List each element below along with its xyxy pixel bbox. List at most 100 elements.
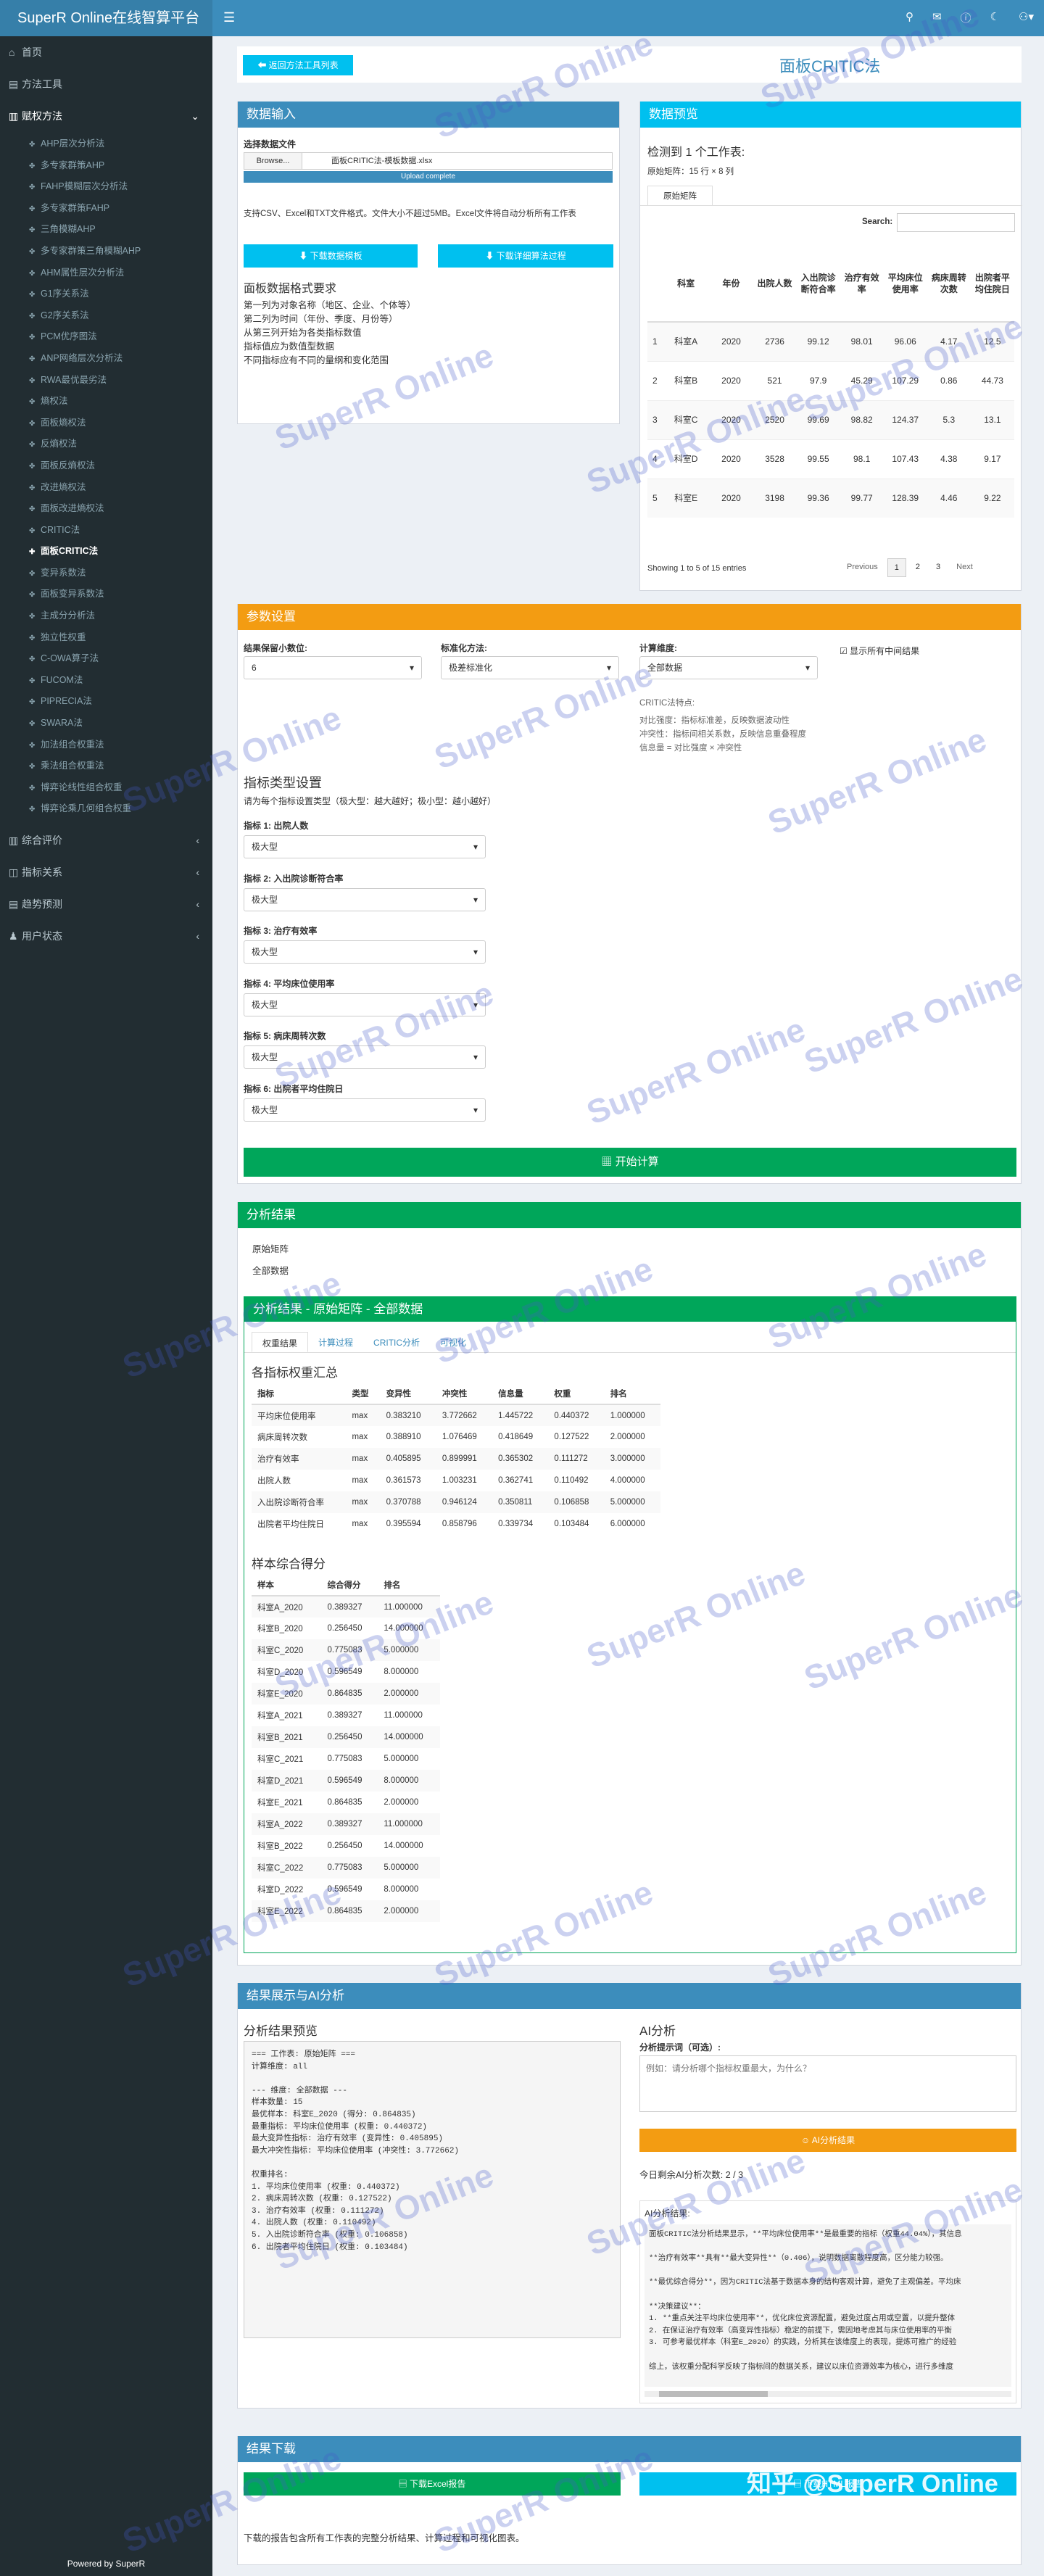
- sidebar-subitem[interactable]: ✤ AHP层次分析法: [0, 133, 212, 155]
- table-row: 4 科室D 2020 3528 99.55 98.1 107.43 4.38 9.17: [647, 439, 1014, 479]
- sidebar-subitem[interactable]: ✤ FUCOM法: [0, 670, 212, 692]
- horizontal-scrollbar[interactable]: [645, 2391, 1011, 2397]
- sidebar-subitem[interactable]: ✤ PIPRECIA法: [0, 691, 212, 713]
- sidebar-item-weighting[interactable]: ▥ 赋权方法 ⌄: [0, 100, 212, 132]
- download-template-button[interactable]: ⬇ 下载数据模板: [244, 244, 418, 268]
- decimals-input[interactable]: 6: [244, 656, 422, 679]
- sidebar-subitem[interactable]: ✤ 独立性权重: [0, 627, 212, 649]
- back-button[interactable]: ⬅ 返回方法工具列表: [243, 55, 353, 75]
- relation-icon: ◫: [9, 866, 19, 878]
- sidebar-subitem[interactable]: ✤ 变异系数法: [0, 563, 212, 584]
- indicator-type-select[interactable]: 极大型: [244, 1098, 486, 1122]
- table-header[interactable]: [647, 245, 663, 322]
- sidebar-subitem[interactable]: ✤ 主成分分析法: [0, 605, 212, 627]
- sidebar-subitem[interactable]: ✤ G2序关系法: [0, 305, 212, 327]
- results-tab[interactable]: 计算过程: [308, 1332, 363, 1352]
- table-header[interactable]: 治疗有效率: [840, 245, 884, 322]
- sidebar-subitem[interactable]: ✤ 面板变异系数法: [0, 584, 212, 605]
- table-header[interactable]: 出院者平均住院日: [971, 245, 1014, 322]
- table-header[interactable]: 年份: [709, 245, 753, 322]
- page-button[interactable]: 3: [929, 558, 947, 577]
- sidebar-item-home[interactable]: ⌂ 首页: [0, 36, 212, 68]
- sidebar-subitem[interactable]: ✤ PCM优序图法: [0, 326, 212, 348]
- table-header[interactable]: 科室: [663, 245, 710, 322]
- show-steps-checkbox[interactable]: ☑ 显示所有中间结果: [840, 645, 919, 657]
- sidebar-subitem[interactable]: ✤ FAHP模糊层次分析法: [0, 176, 212, 198]
- results-tab[interactable]: 权重结果: [252, 1332, 309, 1352]
- table-cell: 治疗有效率: [252, 1448, 347, 1470]
- sidebar-subitem[interactable]: ✤ ANP网络层次分析法: [0, 348, 212, 370]
- circle-icon: ✤: [29, 462, 36, 471]
- table-header[interactable]: 病床周转次数: [927, 245, 971, 322]
- sidebar-subitem[interactable]: ✤ 三角模糊AHP: [0, 219, 212, 241]
- user-menu-icon[interactable]: ⚇▾: [1019, 10, 1034, 25]
- dimension-select[interactable]: 全部数据: [639, 656, 818, 679]
- megaphone-icon[interactable]: ✉: [932, 10, 942, 25]
- sidebar-subitem[interactable]: ✤ CRITIC法: [0, 520, 212, 542]
- table-cell: 0.864835: [327, 1798, 362, 1807]
- nav-original-matrix[interactable]: 原始矩阵: [252, 1241, 289, 1255]
- browse-button[interactable]: Browse...: [244, 153, 302, 169]
- panel-header: 结果下载: [238, 2436, 1021, 2462]
- indicator-type-select[interactable]: 极大型: [244, 940, 486, 964]
- moon-icon[interactable]: ☾: [990, 10, 1000, 25]
- sidebar-subitem[interactable]: ✤ 面板改进熵权法: [0, 498, 212, 520]
- page-button[interactable]: Next: [950, 558, 979, 577]
- sidebar-subitem[interactable]: ✤ SWARA法: [0, 713, 212, 734]
- indicator-label: 指标 3: 治疗有效率: [244, 926, 318, 936]
- results-tab[interactable]: 可视化: [430, 1332, 476, 1352]
- sidebar-item-tools[interactable]: ▤ 方法工具: [0, 68, 212, 100]
- download-guide-button[interactable]: ⬇ 下载详细算法过程: [438, 244, 613, 268]
- indicator-type-select[interactable]: 极大型: [244, 1045, 486, 1069]
- table-header[interactable]: 出院人数: [753, 245, 797, 322]
- standardize-select[interactable]: 极差标准化: [441, 656, 619, 679]
- indicator-type-select[interactable]: 极大型: [244, 887, 486, 911]
- info-icon[interactable]: ⓘ: [961, 10, 972, 25]
- search-icon[interactable]: ⚲: [906, 10, 914, 25]
- tab-original-matrix[interactable]: 原始矩阵: [647, 186, 713, 206]
- sidebar-item-trend[interactable]: ▤ 趋势预测 ‹: [0, 888, 212, 920]
- prompt-textarea[interactable]: [639, 2055, 1016, 2112]
- page-button[interactable]: 2: [909, 558, 927, 577]
- table-header[interactable]: 入出院诊断符合率: [797, 245, 840, 322]
- search-input[interactable]: [897, 213, 1015, 232]
- app-title[interactable]: SuperR Online在线智算平台: [0, 0, 212, 36]
- nav-all-data[interactable]: 全部数据: [252, 1263, 289, 1277]
- sidebar-item-user[interactable]: ♟ 用户状态 ‹: [0, 920, 212, 952]
- sidebar-subitem[interactable]: ✤ 博弈论线性组合权重: [0, 777, 212, 799]
- sidebar-subitem[interactable]: ✤ AHM属性层次分析法: [0, 262, 212, 284]
- indicator-type-select[interactable]: 极大型: [244, 835, 486, 858]
- sidebar-subitem[interactable]: ✤ 多专家群策FAHP: [0, 198, 212, 220]
- sidebar-subitem[interactable]: ✤ 多专家群策AHP: [0, 155, 212, 177]
- circle-icon: ✤: [29, 655, 36, 664]
- sidebar-subitem[interactable]: ✤ G1序关系法: [0, 283, 212, 305]
- sidebar-subitem[interactable]: ✤ 加法组合权重法: [0, 734, 212, 756]
- sidebar-subitem[interactable]: ✚ 面板CRITIC法: [0, 541, 212, 563]
- calculate-button[interactable]: ▦ 开始计算: [244, 1148, 1016, 1177]
- sidebar-subitem[interactable]: ✤ 反熵权法: [0, 434, 212, 455]
- sidebar-subitem[interactable]: ✤ RWA最优最劣法: [0, 370, 212, 392]
- sidebar-item-relation[interactable]: ◫ 指标关系 ‹: [0, 856, 212, 888]
- page-button[interactable]: 1: [887, 558, 906, 577]
- sidebar-subitem[interactable]: ✤ 面板熵权法: [0, 413, 212, 434]
- sidebar-subitem[interactable]: ✤ 面板反熵权法: [0, 455, 212, 477]
- sidebar-subitem[interactable]: ✤ C-OWA算子法: [0, 648, 212, 670]
- file-input[interactable]: Browse... 面板CRITIC法-模板数据.xlsx: [244, 152, 613, 170]
- circle-icon: ✤: [29, 720, 36, 729]
- sidebar-toggle-icon[interactable]: ☰: [223, 10, 235, 25]
- page-title: 面板CRITIC法: [779, 57, 881, 75]
- sidebar-subitem[interactable]: ✤ 改进熵权法: [0, 477, 212, 499]
- table-header[interactable]: 平均床位使用率: [884, 245, 927, 322]
- page-button[interactable]: Previous: [840, 558, 884, 577]
- results-tab[interactable]: CRITIC分析: [363, 1332, 430, 1352]
- sidebar-subitem[interactable]: ✤ 多专家群策三角模糊AHP: [0, 241, 212, 262]
- download-excel-button[interactable]: ▤ 下载Excel报告: [244, 2472, 621, 2496]
- sidebar-subitem[interactable]: ✤ 博弈论乘几何组合权重: [0, 798, 212, 820]
- sidebar-subitem[interactable]: ✤ 熵权法: [0, 391, 212, 413]
- sidebar-item-chart[interactable]: ▥ 综合评价 ‹: [0, 824, 212, 856]
- table-cell: max: [352, 1476, 368, 1485]
- ai-analyze-button[interactable]: ☺ AI分析结果: [639, 2129, 1016, 2152]
- checkbox-checked-icon[interactable]: ☑: [840, 646, 850, 656]
- sidebar-subitem[interactable]: ✤ 乘法组合权重法: [0, 755, 212, 777]
- indicator-type-select[interactable]: 极大型: [244, 993, 486, 1016]
